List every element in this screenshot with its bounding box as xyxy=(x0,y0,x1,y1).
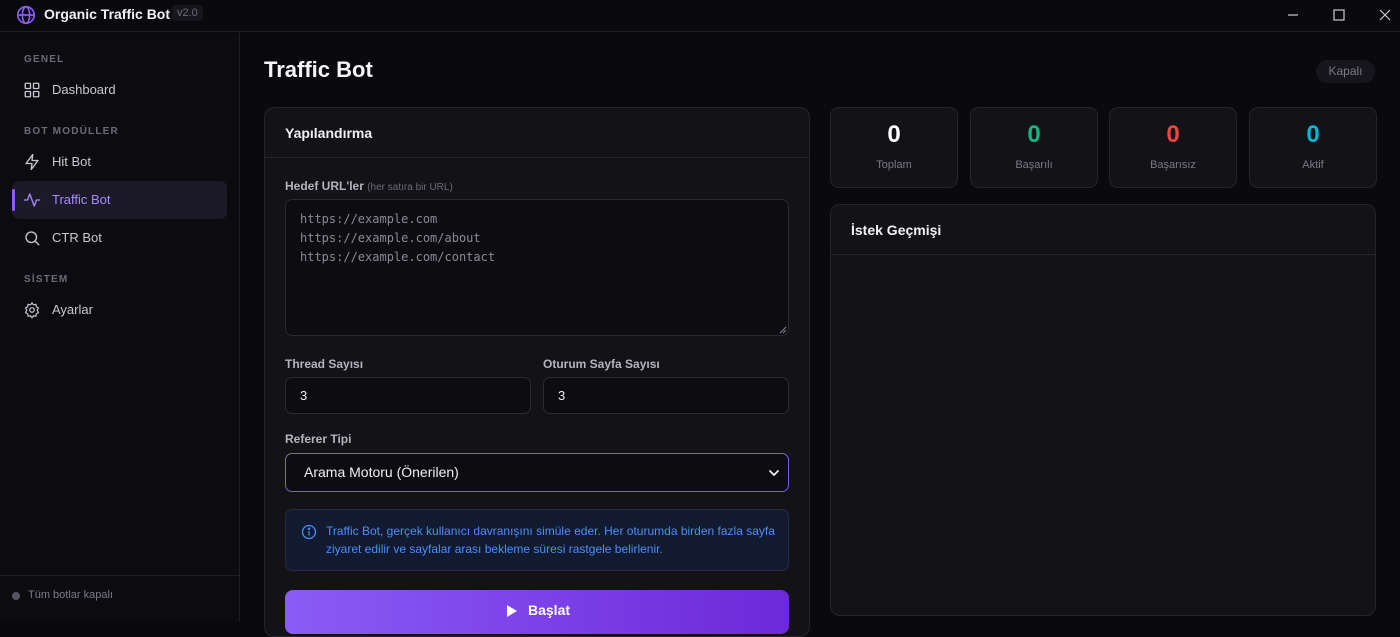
info-text: Traffic Bot, gerçek kullanıcı davranışın… xyxy=(326,524,775,556)
stat-card-active: 0 Aktif xyxy=(1249,107,1377,188)
sidebar-item-ctr-bot[interactable]: CTR Bot xyxy=(12,219,227,257)
sidebar-item-label: Ayarlar xyxy=(52,302,93,317)
info-box: Traffic Bot, gerçek kullanıcı davranışın… xyxy=(285,509,789,571)
history-card: İstek Geçmişi xyxy=(830,204,1376,616)
bots-status-text: Tüm botlar kapalı xyxy=(28,589,113,601)
sidebar-item-dashboard[interactable]: Dashboard xyxy=(12,71,227,109)
app-title: Organic Traffic Bot xyxy=(44,6,171,22)
sidebar-item-label: CTR Bot xyxy=(52,230,102,245)
globe-icon xyxy=(16,5,36,25)
sidebar-footer: Tüm botlar kapalı xyxy=(0,575,239,622)
stat-label-total: Toplam xyxy=(876,159,912,171)
status-dot xyxy=(12,592,20,600)
sidebar-item-label: Dashboard xyxy=(52,82,116,97)
maximize-button[interactable] xyxy=(1327,4,1351,26)
config-card: Yapılandırma Hedef URL'ler (her satıra b… xyxy=(264,107,810,637)
sidebar-item-traffic-bot[interactable]: Traffic Bot xyxy=(12,181,227,219)
stat-label-failed: Başarısız xyxy=(1150,159,1196,171)
referer-label: Referer Tipi xyxy=(285,432,352,446)
thread-input[interactable]: 3 xyxy=(285,377,531,414)
history-card-title: İstek Geçmişi xyxy=(851,222,942,238)
start-button[interactable]: Başlat xyxy=(285,590,789,634)
session-pages-label: Oturum Sayfa Sayısı xyxy=(543,357,660,371)
activity-icon xyxy=(23,193,41,207)
gear-icon xyxy=(25,302,39,319)
stat-card-success: 0 Başarılı xyxy=(970,107,1098,188)
config-card-title: Yapılandırma xyxy=(285,125,373,141)
stat-card-total: 0 Toplam xyxy=(830,107,958,188)
sidebar-item-label: Traffic Bot xyxy=(52,192,111,207)
session-pages-input[interactable]: 3 xyxy=(543,377,789,414)
stat-label-active: Aktif xyxy=(1302,159,1324,171)
lightning-icon xyxy=(25,153,39,171)
grid-icon xyxy=(24,82,40,98)
stat-card-failed: 0 Başarısız xyxy=(1109,107,1237,188)
maximize-icon xyxy=(1333,9,1345,21)
urls-textarea[interactable]: https://example.com https://example.com/… xyxy=(285,199,789,336)
stat-value-total: 0 xyxy=(887,121,901,148)
sidebar: GENEL Dashboard BOT MODÜLLER Hit Bot Tra… xyxy=(0,33,240,622)
sidebar-item-hit-bot[interactable]: Hit Bot xyxy=(12,143,227,181)
title-bar: Organic Traffic Bot v2.0 xyxy=(0,0,1400,32)
sidebar-item-ayarlar[interactable]: Ayarlar xyxy=(12,291,227,329)
urls-hint: (her satıra bir URL) xyxy=(367,182,453,193)
thread-label: Thread Sayısı xyxy=(285,357,364,371)
search-icon xyxy=(25,231,40,246)
referer-select[interactable]: Arama Motoru (Önerilen) xyxy=(285,453,789,492)
play-icon xyxy=(507,605,517,617)
chevron-down-icon xyxy=(769,470,779,476)
history-list[interactable] xyxy=(831,256,1375,615)
minimize-icon xyxy=(1288,14,1298,16)
info-icon xyxy=(301,524,317,540)
urls-label: Hedef URL'ler (her satıra bir URL) xyxy=(285,179,453,193)
close-button[interactable] xyxy=(1373,4,1397,26)
page-title: Traffic Bot xyxy=(264,57,373,82)
stat-label-success: Başarılı xyxy=(1015,159,1053,171)
section-label-sistem: SİSTEM xyxy=(24,274,69,285)
stat-value-failed: 0 xyxy=(1166,121,1180,148)
start-button-label: Başlat xyxy=(528,602,571,618)
sidebar-item-label: Hit Bot xyxy=(52,154,92,169)
section-label-genel: GENEL xyxy=(24,54,65,65)
app-version-badge: v2.0 xyxy=(172,5,203,21)
history-card-header: İstek Geçmişi xyxy=(831,205,1375,255)
stat-value-active: 0 xyxy=(1306,121,1320,148)
minimize-button[interactable] xyxy=(1281,4,1305,26)
referer-select-value: Arama Motoru (Önerilen) xyxy=(304,464,459,480)
stat-value-success: 0 xyxy=(1027,121,1041,148)
urls-label-text: Hedef URL'ler xyxy=(285,179,364,193)
resize-grip-icon[interactable] xyxy=(779,326,787,334)
section-label-bot-moduller: BOT MODÜLLER xyxy=(24,126,119,137)
close-icon xyxy=(1379,9,1391,21)
status-badge: Kapalı xyxy=(1316,60,1375,83)
config-card-header: Yapılandırma xyxy=(265,108,809,158)
